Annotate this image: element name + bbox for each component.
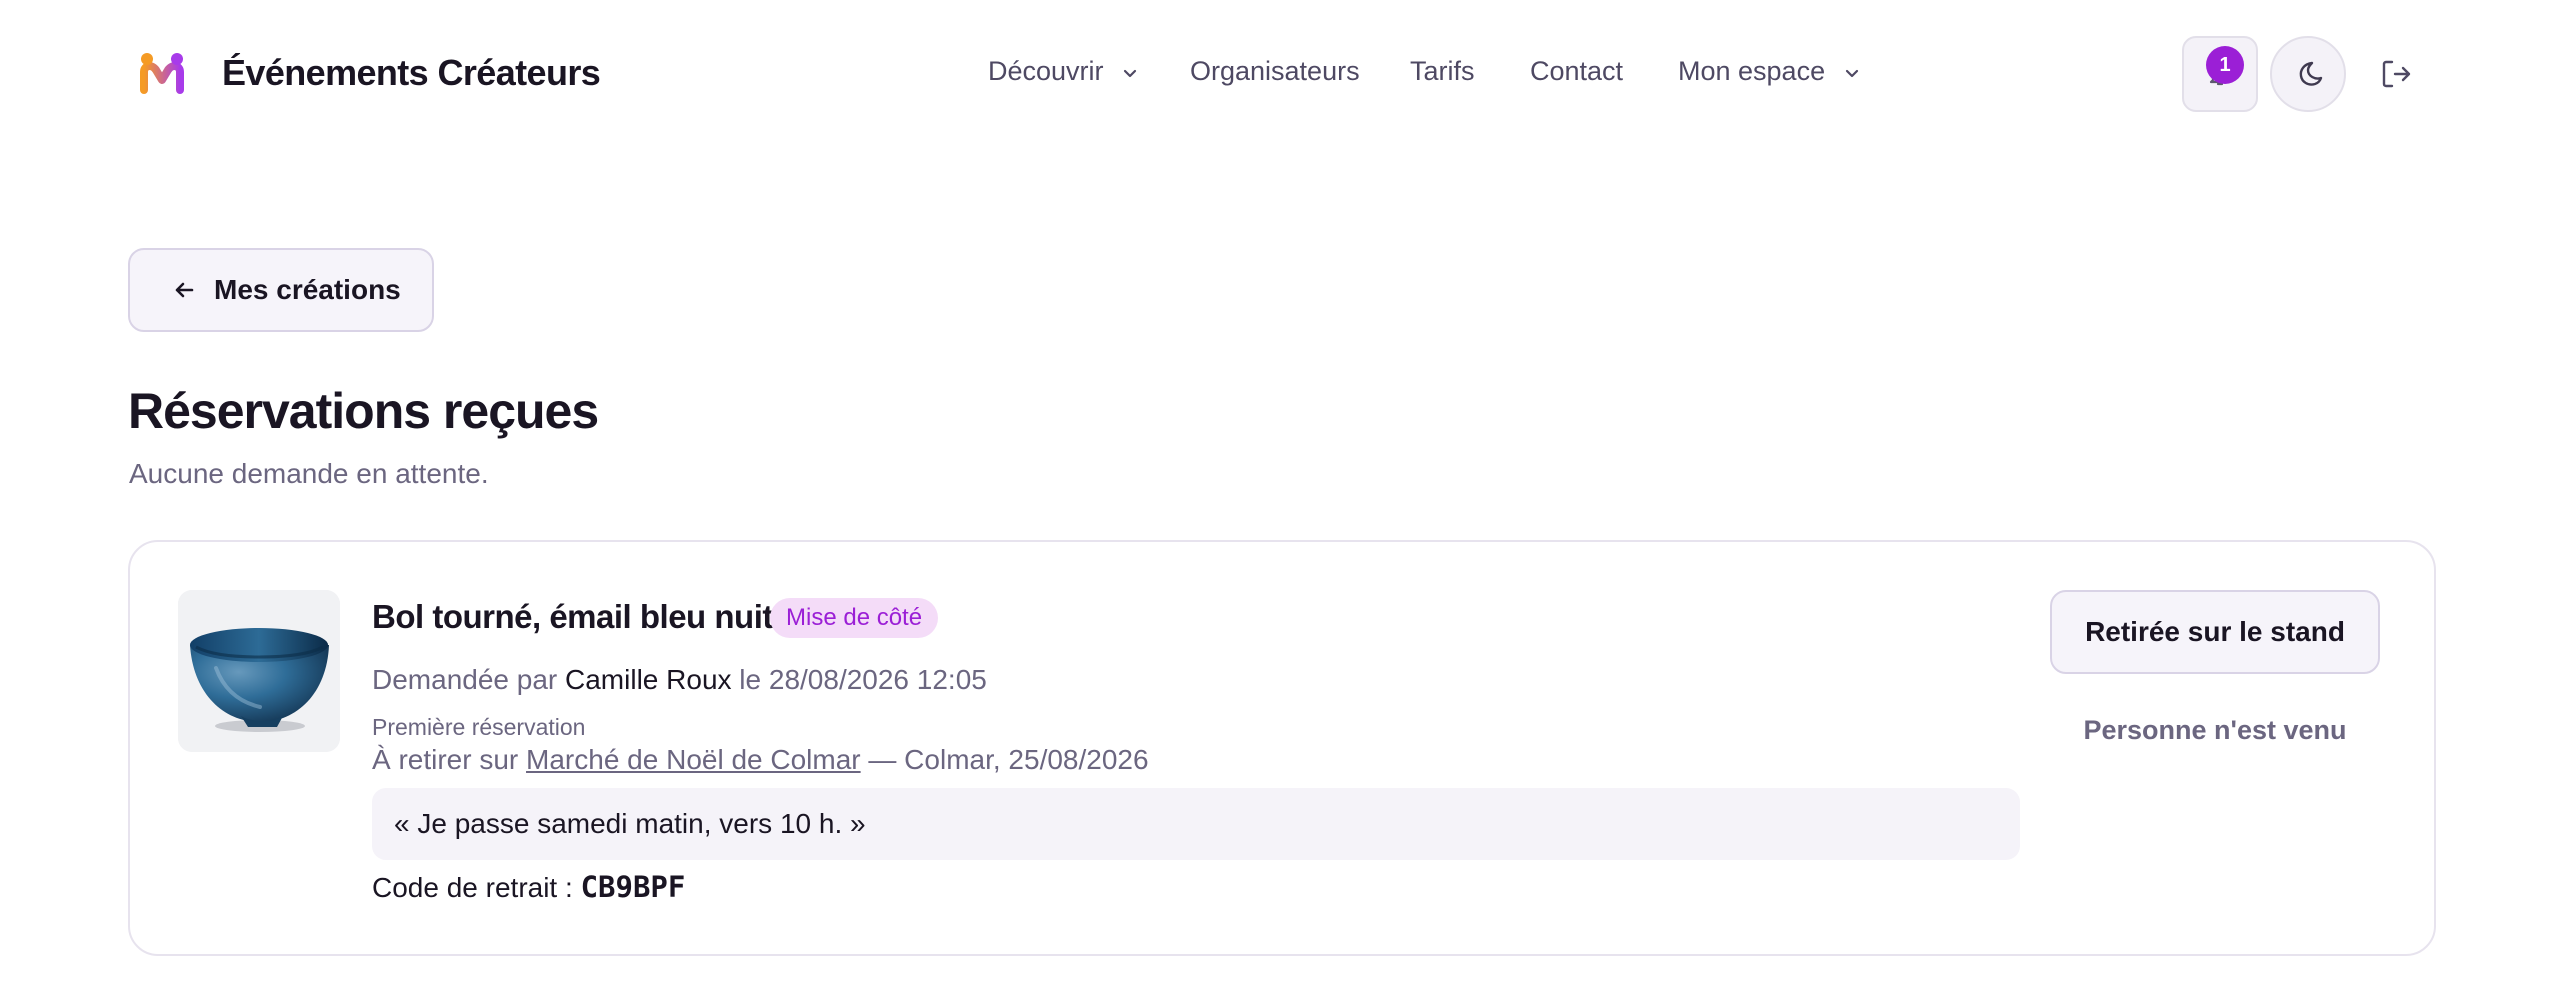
reservation-card: Bol tourné, émail bleu nuit Mise de côté… <box>128 540 2436 956</box>
product-title: Bol tourné, émail bleu nuit <box>372 598 773 635</box>
nav-discover[interactable]: Découvrir <box>988 56 1139 87</box>
nav-discover-label: Découvrir <box>988 56 1104 86</box>
pickup-code-line: Code de retrait : CB9BPF <box>372 870 685 904</box>
back-to-creations-button[interactable]: Mes créations <box>128 248 434 332</box>
reservation-note: Première réservation <box>372 714 586 740</box>
nav-my-space[interactable]: Mon espace <box>1678 56 1861 87</box>
pickup-code-label: Code de retrait : <box>372 872 573 903</box>
logout-icon <box>2382 60 2411 88</box>
page-title: Réservations reçues <box>128 383 599 439</box>
page-subtitle: Aucune demande en attente. <box>129 458 489 489</box>
status-badge: Mise de côté <box>770 598 939 638</box>
pickup-details: À retirer sur Marché de Noël de Colmar —… <box>372 744 1149 776</box>
brand-name[interactable]: Événements Créateurs <box>222 52 601 94</box>
pickup-code: CB9BPF <box>580 870 686 904</box>
back-button-label: Mes créations <box>214 274 401 305</box>
bowl-image <box>178 590 340 752</box>
request-details: Demandée par Camille Roux le 28/08/2026 … <box>372 664 987 696</box>
theme-toggle-button[interactable] <box>2270 36 2346 112</box>
arrow-left-icon <box>175 282 194 298</box>
notification-count-badge: 1 <box>2206 46 2244 84</box>
nav-organizers[interactable]: Organisateurs <box>1190 56 1360 87</box>
pickup-prefix: À retirer sur <box>372 744 519 775</box>
pickup-location-date: — Colmar, 25/08/2026 <box>868 744 1149 775</box>
product-image <box>178 590 340 752</box>
customer-name: Camille Roux <box>565 664 732 695</box>
nav-contact[interactable]: Contact <box>1530 56 1623 87</box>
no-show-button[interactable]: Personne n'est venu <box>2050 702 2380 758</box>
customer-message: « Je passe samedi matin, vers 10 h. » <box>372 788 2020 860</box>
logout-button[interactable] <box>2358 36 2434 112</box>
logo-icon[interactable] <box>136 50 188 100</box>
request-date: le 28/08/2026 12:05 <box>739 664 987 695</box>
market-link[interactable]: Marché de Noël de Colmar <box>526 744 861 775</box>
requested-by-prefix: Demandée par <box>372 664 558 695</box>
chevron-down-icon <box>1123 69 1137 77</box>
chevron-down-icon <box>1845 69 1858 77</box>
picked-up-button[interactable]: Retirée sur le stand <box>2050 590 2380 674</box>
moon-icon <box>2299 61 2323 86</box>
nav-pricing[interactable]: Tarifs <box>1410 56 1475 87</box>
nav-my-space-label: Mon espace <box>1678 56 1826 86</box>
top-navigation: Événements Créateurs Découvrir Organisat… <box>0 0 2560 148</box>
